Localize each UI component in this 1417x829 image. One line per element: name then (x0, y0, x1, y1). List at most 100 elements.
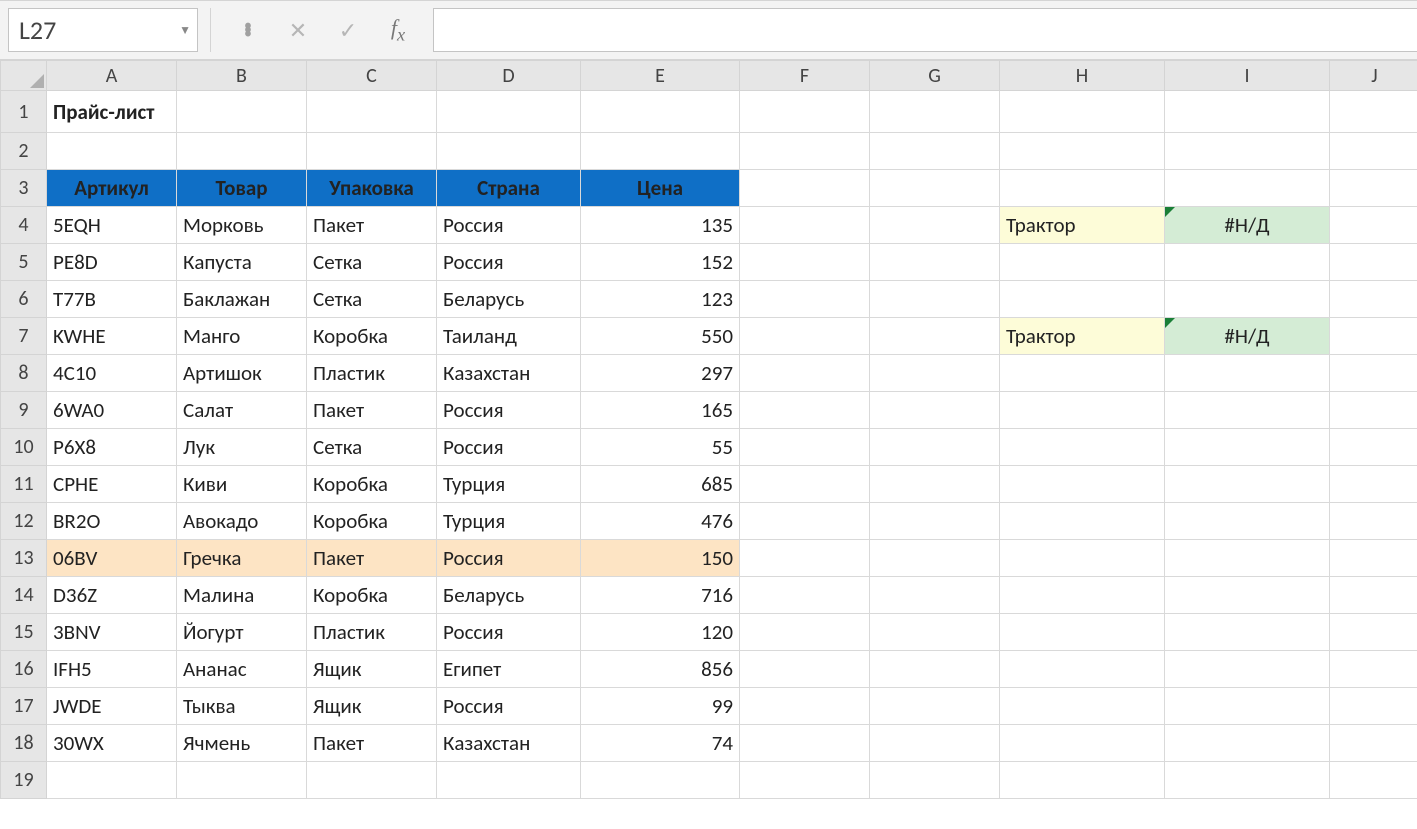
col-header-D[interactable]: D (437, 61, 581, 91)
select-all-corner[interactable] (1, 61, 47, 91)
table-cell[interactable]: Турция (437, 466, 581, 503)
table-cell[interactable]: CPHE (47, 466, 177, 503)
table-cell[interactable]: 4C10 (47, 355, 177, 392)
row-header-5[interactable]: 5 (1, 244, 47, 281)
row-header-16[interactable]: 16 (1, 651, 47, 688)
table-cell[interactable]: Йогурт (177, 614, 307, 651)
table-cell[interactable]: Морковь (177, 207, 307, 244)
table-cell[interactable]: 3BNV (47, 614, 177, 651)
table-cell[interactable]: D36Z (47, 577, 177, 614)
row-header-1[interactable]: 1 (1, 91, 47, 133)
table-header-0[interactable]: Артикул (47, 170, 177, 207)
table-cell[interactable]: 123 (581, 281, 740, 318)
table-cell[interactable]: 5EQH (47, 207, 177, 244)
table-cell[interactable]: Ананас (177, 651, 307, 688)
table-cell[interactable]: Сетка (307, 244, 437, 281)
lookup-result[interactable]: #Н/Д (1165, 207, 1330, 244)
table-cell[interactable]: 74 (581, 725, 740, 762)
col-header-C[interactable]: C (307, 61, 437, 91)
table-cell[interactable]: Лук (177, 429, 307, 466)
table-cell[interactable]: Пакет (307, 207, 437, 244)
table-cell[interactable]: Россия (437, 614, 581, 651)
table-cell[interactable]: Казахстан (437, 355, 581, 392)
table-cell[interactable]: Капуста (177, 244, 307, 281)
table-cell[interactable]: Салат (177, 392, 307, 429)
table-cell[interactable]: Россия (437, 429, 581, 466)
table-cell[interactable]: Тыква (177, 688, 307, 725)
table-cell[interactable]: 476 (581, 503, 740, 540)
table-header-1[interactable]: Товар (177, 170, 307, 207)
table-cell[interactable]: Пакет (307, 392, 437, 429)
row-header-13[interactable]: 13 (1, 540, 47, 577)
table-header-4[interactable]: Цена (581, 170, 740, 207)
spreadsheet-grid[interactable]: ABCDEFGHIJ1Прайс-лист23АртикулТоварУпако… (0, 60, 1417, 829)
table-cell[interactable]: Россия (437, 392, 581, 429)
table-cell[interactable]: 55 (581, 429, 740, 466)
table-cell[interactable]: Коробка (307, 577, 437, 614)
row-header-19[interactable]: 19 (1, 762, 47, 799)
table-cell[interactable]: PE8D (47, 244, 177, 281)
row-header-14[interactable]: 14 (1, 577, 47, 614)
table-cell[interactable]: 135 (581, 207, 740, 244)
lookup-input[interactable]: Трактор (1000, 318, 1165, 355)
row-header-4[interactable]: 4 (1, 207, 47, 244)
table-cell[interactable]: Коробка (307, 466, 437, 503)
col-header-I[interactable]: I (1165, 61, 1330, 91)
row-header-11[interactable]: 11 (1, 466, 47, 503)
table-header-2[interactable]: Упаковка (307, 170, 437, 207)
table-cell[interactable]: Казахстан (437, 725, 581, 762)
formula-input[interactable] (433, 8, 1417, 52)
table-cell[interactable]: 150 (581, 540, 740, 577)
table-cell[interactable]: IFH5 (47, 651, 177, 688)
table-cell[interactable]: Россия (437, 688, 581, 725)
row-header-8[interactable]: 8 (1, 355, 47, 392)
table-cell[interactable]: Пластик (307, 355, 437, 392)
table-cell[interactable]: Беларусь (437, 577, 581, 614)
table-cell[interactable]: Сетка (307, 281, 437, 318)
table-cell[interactable]: Турция (437, 503, 581, 540)
table-header-3[interactable]: Страна (437, 170, 581, 207)
table-cell[interactable]: Коробка (307, 318, 437, 355)
table-cell[interactable]: 152 (581, 244, 740, 281)
row-header-6[interactable]: 6 (1, 281, 47, 318)
table-cell[interactable]: BR2O (47, 503, 177, 540)
name-box[interactable]: L27 ▼ (8, 8, 198, 52)
table-cell[interactable]: Египет (437, 651, 581, 688)
table-cell[interactable]: JWDE (47, 688, 177, 725)
row-header-10[interactable]: 10 (1, 429, 47, 466)
table-cell[interactable]: Ячмень (177, 725, 307, 762)
row-header-7[interactable]: 7 (1, 318, 47, 355)
table-cell[interactable]: Россия (437, 540, 581, 577)
table-cell[interactable]: Гречка (177, 540, 307, 577)
table-cell[interactable]: Ящик (307, 688, 437, 725)
table-cell[interactable]: 165 (581, 392, 740, 429)
table-cell[interactable]: Беларусь (437, 281, 581, 318)
table-cell[interactable]: Россия (437, 244, 581, 281)
col-header-J[interactable]: J (1330, 61, 1417, 91)
table-cell[interactable]: 297 (581, 355, 740, 392)
table-cell[interactable]: 99 (581, 688, 740, 725)
col-header-B[interactable]: B (177, 61, 307, 91)
table-cell[interactable]: Авокадо (177, 503, 307, 540)
row-header-17[interactable]: 17 (1, 688, 47, 725)
row-header-3[interactable]: 3 (1, 170, 47, 207)
table-cell[interactable]: KWHE (47, 318, 177, 355)
row-header-9[interactable]: 9 (1, 392, 47, 429)
table-cell[interactable]: 716 (581, 577, 740, 614)
table-cell[interactable]: Артишок (177, 355, 307, 392)
col-header-H[interactable]: H (1000, 61, 1165, 91)
col-header-G[interactable]: G (870, 61, 1000, 91)
table-cell[interactable]: 856 (581, 651, 740, 688)
col-header-F[interactable]: F (740, 61, 870, 91)
table-cell[interactable]: Манго (177, 318, 307, 355)
row-header-18[interactable]: 18 (1, 725, 47, 762)
row-header-15[interactable]: 15 (1, 614, 47, 651)
table-cell[interactable]: Баклажан (177, 281, 307, 318)
table-cell[interactable]: P6X8 (47, 429, 177, 466)
table-cell[interactable]: Россия (437, 207, 581, 244)
table-cell[interactable]: Киви (177, 466, 307, 503)
col-header-E[interactable]: E (581, 61, 740, 91)
name-box-dropdown-icon[interactable]: ▼ (179, 23, 191, 38)
table-cell[interactable]: 30WX (47, 725, 177, 762)
table-cell[interactable]: Коробка (307, 503, 437, 540)
